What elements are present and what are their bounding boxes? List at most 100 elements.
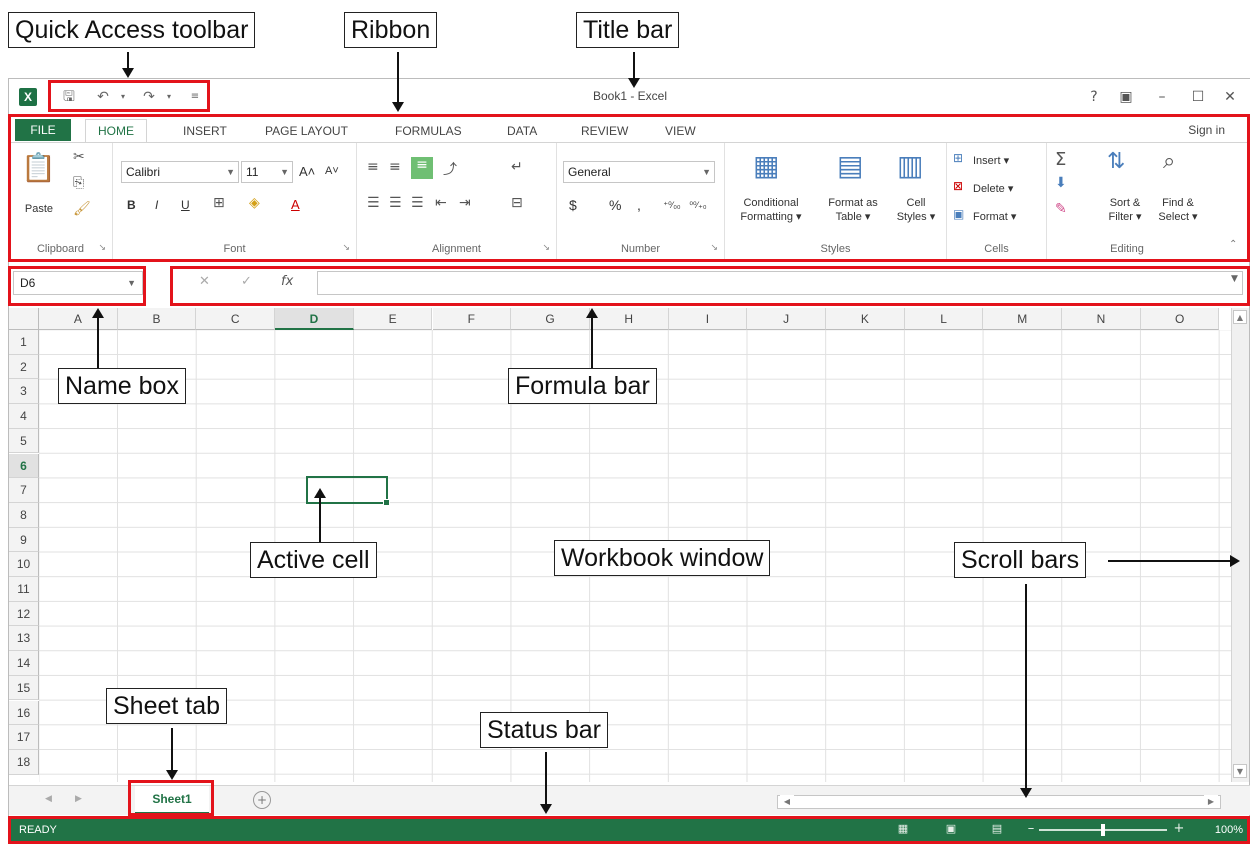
tab-data[interactable]: DATA (507, 121, 537, 141)
paste-button[interactable]: Paste (17, 203, 61, 216)
column-header-i[interactable]: I (668, 308, 748, 330)
merge-center-icon[interactable]: ⊟ (511, 195, 523, 211)
tab-file[interactable]: FILE (15, 119, 71, 141)
shrink-font-button[interactable]: A˅ (325, 165, 339, 178)
italic-button[interactable]: I (155, 199, 158, 212)
normal-view-icon[interactable]: ▦ (895, 822, 911, 836)
increase-decimal-button[interactable]: ⁺⁰⁄₀₀ (661, 199, 683, 212)
row-header-2[interactable]: 2 (9, 354, 39, 380)
format-painter-icon[interactable]: 🖌 (73, 201, 91, 217)
alignment-launcher-icon[interactable]: ↘ (542, 243, 550, 253)
column-header-g[interactable]: G (511, 308, 590, 330)
row-header-10[interactable]: 10 (9, 552, 39, 577)
column-header-h[interactable]: H (589, 308, 669, 330)
row-header-6[interactable]: 6 (9, 453, 39, 479)
middle-align-icon[interactable]: ≡ (389, 159, 401, 175)
zoom-level[interactable]: 100% (1215, 824, 1243, 836)
align-right-icon[interactable]: ☰ (411, 195, 424, 211)
comma-button[interactable]: , (637, 198, 641, 212)
format-cells-button[interactable]: Format ▾ (973, 211, 1016, 224)
column-header-c[interactable]: C (196, 308, 276, 330)
tab-review[interactable]: REVIEW (581, 121, 628, 141)
clipboard-launcher-icon[interactable]: ↘ (98, 243, 106, 253)
scroll-right-icon[interactable]: ▶ (1204, 795, 1218, 807)
column-header-b[interactable]: B (117, 308, 197, 330)
row-header-18[interactable]: 18 (9, 749, 39, 775)
zoom-in-icon[interactable]: + (1171, 822, 1187, 836)
cell-styles-label-2[interactable]: Styles ▾ (889, 211, 943, 224)
font-color-button[interactable]: A (291, 198, 300, 211)
maximize-button[interactable]: ☐ (1187, 87, 1209, 107)
fill-color-icon[interactable]: ◈ (249, 195, 260, 211)
tab-formulas[interactable]: FORMULAS (395, 121, 462, 141)
column-header-l[interactable]: L (904, 308, 984, 330)
select-all-corner[interactable] (9, 308, 39, 330)
conditional-formatting-icon[interactable]: ▦ (753, 149, 779, 182)
autosum-icon[interactable]: Σ (1055, 149, 1066, 170)
underline-button[interactable]: U (181, 199, 190, 212)
paste-icon[interactable]: 📋 (21, 151, 56, 184)
row-header-4[interactable]: 4 (9, 404, 39, 429)
find-select-icon[interactable]: ⌕ (1163, 149, 1175, 174)
column-header-f[interactable]: F (432, 308, 512, 330)
bottom-align-icon[interactable]: ≡ (411, 157, 433, 179)
row-header-17[interactable]: 17 (9, 725, 39, 750)
font-size-combo[interactable]: 11 ▼ (241, 161, 293, 183)
tab-home[interactable]: HOME (85, 119, 147, 143)
row-header-14[interactable]: 14 (9, 651, 39, 676)
column-header-n[interactable]: N (1062, 308, 1141, 330)
number-launcher-icon[interactable]: ↘ (710, 243, 718, 253)
prev-sheet-icon[interactable]: ◀ (45, 794, 52, 804)
format-cells-icon[interactable]: ▣ (953, 207, 964, 221)
insert-cells-icon[interactable]: ⊞ (953, 151, 963, 165)
row-header-16[interactable]: 16 (9, 700, 39, 726)
decrease-decimal-button[interactable]: ⁰⁰⁄₊₀ (687, 199, 709, 212)
page-layout-view-icon[interactable]: ▣ (943, 822, 959, 836)
sign-in-link[interactable]: Sign in (1188, 123, 1225, 137)
scroll-down-icon[interactable]: ▼ (1233, 764, 1247, 778)
fill-icon[interactable]: ⬇ (1055, 175, 1067, 191)
top-align-icon[interactable]: ≡ (367, 159, 379, 175)
column-header-k[interactable]: K (826, 308, 905, 330)
column-header-d[interactable]: D (275, 308, 354, 330)
increase-indent-icon[interactable]: ⇥ (459, 195, 471, 211)
format-as-table-label-1[interactable]: Format as (821, 197, 885, 210)
minimize-button[interactable]: – (1151, 87, 1173, 107)
clear-icon[interactable]: ✎ (1055, 201, 1067, 217)
percent-button[interactable]: % (609, 198, 621, 212)
scroll-left-icon[interactable]: ◀ (780, 795, 794, 807)
row-header-7[interactable]: 7 (9, 478, 39, 503)
align-center-icon[interactable]: ☰ (389, 195, 402, 211)
column-header-e[interactable]: E (353, 308, 433, 330)
conditional-formatting-label-2[interactable]: Formatting ▾ (727, 211, 815, 224)
tab-view[interactable]: VIEW (665, 121, 696, 141)
zoom-slider[interactable] (1039, 824, 1167, 836)
sheet-tab-sheet1[interactable]: Sheet1 (135, 786, 209, 814)
expand-formula-bar-icon[interactable]: ▼ (1231, 274, 1238, 284)
zoom-out-icon[interactable]: – (1023, 822, 1039, 836)
delete-cells-icon[interactable]: ⊠ (953, 179, 963, 193)
font-name-combo[interactable]: Calibri ▼ (121, 161, 239, 183)
cut-icon[interactable]: ✂ (73, 149, 85, 165)
help-button[interactable]: ? (1083, 87, 1105, 107)
find-select-label-1[interactable]: Find & (1153, 197, 1203, 210)
next-sheet-icon[interactable]: ▶ (75, 794, 82, 804)
add-sheet-button[interactable]: + (253, 791, 271, 809)
row-header-1[interactable]: 1 (9, 330, 39, 355)
cancel-entry-icon[interactable]: ✕ (199, 274, 210, 289)
borders-icon[interactable]: ⊞ (213, 195, 225, 211)
number-format-combo[interactable]: General ▼ (563, 161, 715, 183)
row-header-9[interactable]: 9 (9, 527, 39, 553)
confirm-entry-icon[interactable]: ✓ (241, 274, 252, 289)
cell-styles-label-1[interactable]: Cell (889, 197, 943, 210)
row-header-13[interactable]: 13 (9, 626, 39, 652)
currency-button[interactable]: $ (569, 198, 577, 212)
insert-function-icon[interactable]: fx (281, 274, 293, 289)
page-break-view-icon[interactable]: ▤ (989, 822, 1005, 836)
delete-cells-button[interactable]: Delete ▾ (973, 183, 1013, 196)
row-header-12[interactable]: 12 (9, 601, 39, 627)
tab-page-layout[interactable]: PAGE LAYOUT (265, 121, 348, 141)
cell-styles-icon[interactable]: ▥ (897, 149, 923, 182)
wrap-text-icon[interactable]: ↵ (511, 159, 523, 175)
format-as-table-label-2[interactable]: Table ▾ (821, 211, 885, 224)
